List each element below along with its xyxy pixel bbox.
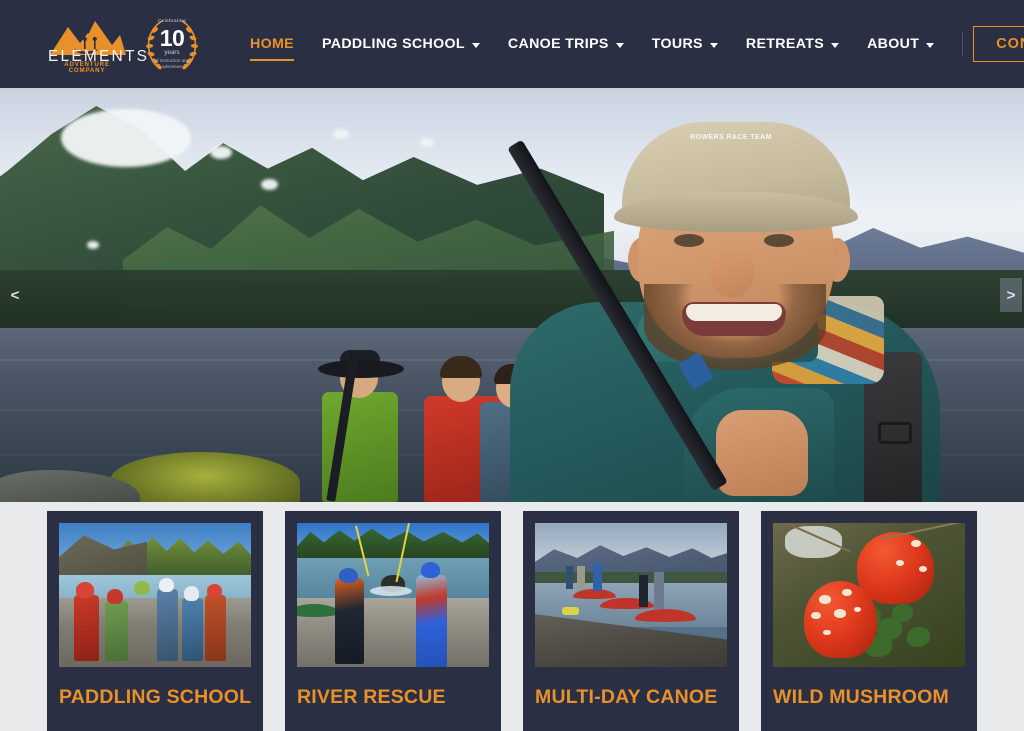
nav-item-tours[interactable]: TOURS	[638, 21, 732, 67]
card-image-multi-day-canoe	[535, 523, 727, 667]
card-figure-arms-up	[592, 563, 603, 591]
badge-celebrating-text: Celebrating	[158, 18, 186, 23]
chevron-down-icon	[831, 42, 840, 48]
mushroom-spot	[918, 566, 927, 572]
card-helmet-blue	[420, 561, 441, 578]
mushroom-spot	[834, 609, 846, 619]
nav-item-home[interactable]: HOME	[236, 21, 308, 67]
card-helmet	[107, 589, 124, 604]
subject-eye-left	[674, 234, 704, 247]
card-helmet	[133, 580, 151, 595]
card-title: WILD MUSHROOM	[773, 686, 949, 708]
nav-label: PADDLING SCHOOL	[321, 36, 465, 52]
card-figure-orange	[335, 577, 365, 665]
badge-subtitle: of instruction and adventure	[154, 58, 190, 69]
mushroom-spot	[819, 595, 831, 604]
chevron-down-icon	[926, 42, 935, 48]
mushroom-spot	[822, 629, 831, 636]
snow-patch	[61, 108, 192, 167]
subject-buckle	[878, 422, 912, 444]
snow-patch	[209, 145, 232, 159]
card-figure	[181, 597, 203, 662]
site-header: ELEMENTS ADVENTURE COMPANY Celebrating 1…	[0, 0, 1024, 88]
card-figure	[638, 574, 649, 607]
nav-item-paddling-school[interactable]: PADDLING SCHOOL	[308, 21, 494, 67]
paddler-hat-brim	[318, 360, 404, 378]
nav-label: ABOUT	[867, 36, 920, 52]
card-figure	[156, 589, 179, 662]
logo-tagline: ADVENTURE COMPANY	[64, 60, 110, 74]
feature-card-wild-mushroom[interactable]: WILD MUSHROOM	[761, 511, 977, 731]
card-figure	[204, 595, 227, 662]
slider-next-button[interactable]: >	[1000, 278, 1022, 312]
mushroom-spot	[895, 560, 904, 567]
brand-area[interactable]: ELEMENTS ADVENTURE COMPANY Celebrating 1…	[48, 12, 204, 76]
subject-cap-brim	[614, 192, 858, 232]
card-helmet-blue	[339, 567, 359, 584]
hero-subject-guide: ROWERS RACE TEAM	[488, 88, 958, 502]
card-figure	[74, 595, 100, 662]
nav-item-about[interactable]: ABOUT	[853, 21, 948, 67]
card-image-wild-mushroom	[773, 523, 965, 667]
card-helmet	[158, 577, 175, 593]
card-title: MULTI-DAY CANOE	[535, 686, 718, 708]
subject-hand	[716, 410, 808, 496]
card-figure	[132, 592, 155, 661]
card-figure	[654, 571, 664, 610]
hero-image: ROWERS RACE TEAM	[0, 88, 1024, 502]
feature-card-multi-day-canoe[interactable]: MULTI-DAY CANOE	[523, 511, 739, 731]
card-helmet	[206, 583, 223, 598]
card-title: PADDLING SCHOOL	[59, 686, 252, 708]
feature-card-row: PADDLING SCHOOL RIVER RESCUE MULTI-DAY C…	[0, 502, 1024, 731]
main-navigation: HOME PADDLING SCHOOL CANOE TRIPS TOURS R…	[236, 21, 1024, 67]
card-canoe	[634, 609, 697, 623]
badge-years-text: years	[164, 49, 180, 56]
cap-logo-text: ROWERS RACE TEAM	[690, 134, 772, 141]
nav-label: HOME	[250, 36, 294, 52]
card-figure-blue	[416, 574, 447, 667]
hero-slider: ROWERS RACE TEAM < >	[0, 88, 1024, 502]
subject-teeth	[686, 304, 782, 321]
card-title: RIVER RESCUE	[297, 686, 446, 708]
elements-logo[interactable]: ELEMENTS ADVENTURE COMPANY	[48, 13, 147, 75]
nav-item-retreats[interactable]: RETREATS	[732, 21, 853, 67]
nav-divider	[962, 31, 964, 57]
feature-card-paddling-school[interactable]: PADDLING SCHOOL	[47, 511, 263, 731]
snow-patch	[419, 137, 434, 147]
mushroom-cap-front	[803, 580, 877, 659]
card-figure	[577, 566, 585, 590]
contact-button[interactable]: CONTACT	[973, 26, 1024, 62]
card-helmet	[76, 582, 94, 598]
card-gear-bag	[561, 606, 580, 616]
background-paddler	[300, 332, 420, 502]
slider-prev-button[interactable]: <	[4, 278, 26, 312]
card-image-river-rescue	[297, 523, 489, 667]
ten-year-badge: Celebrating 10 years of instruction and …	[140, 12, 204, 76]
chevron-down-icon	[615, 42, 624, 48]
card-figure	[105, 600, 129, 662]
card-figure	[565, 566, 574, 590]
feature-card-river-rescue[interactable]: RIVER RESCUE	[285, 511, 501, 731]
nav-label: RETREATS	[745, 36, 825, 52]
nav-item-canoe-trips[interactable]: CANOE TRIPS	[494, 21, 638, 67]
card-image-paddling-school	[59, 523, 251, 667]
nav-label: TOURS	[651, 36, 703, 52]
subject-eye-right	[764, 234, 794, 247]
subject-mouth	[682, 302, 786, 336]
badge-number: 10	[159, 25, 185, 51]
chevron-down-icon	[709, 42, 718, 48]
card-sky-gap	[784, 525, 843, 558]
nav-label: CANOE TRIPS	[507, 36, 609, 52]
card-helmet	[183, 586, 200, 601]
chevron-down-icon	[471, 42, 480, 48]
card-canoe	[573, 589, 616, 600]
